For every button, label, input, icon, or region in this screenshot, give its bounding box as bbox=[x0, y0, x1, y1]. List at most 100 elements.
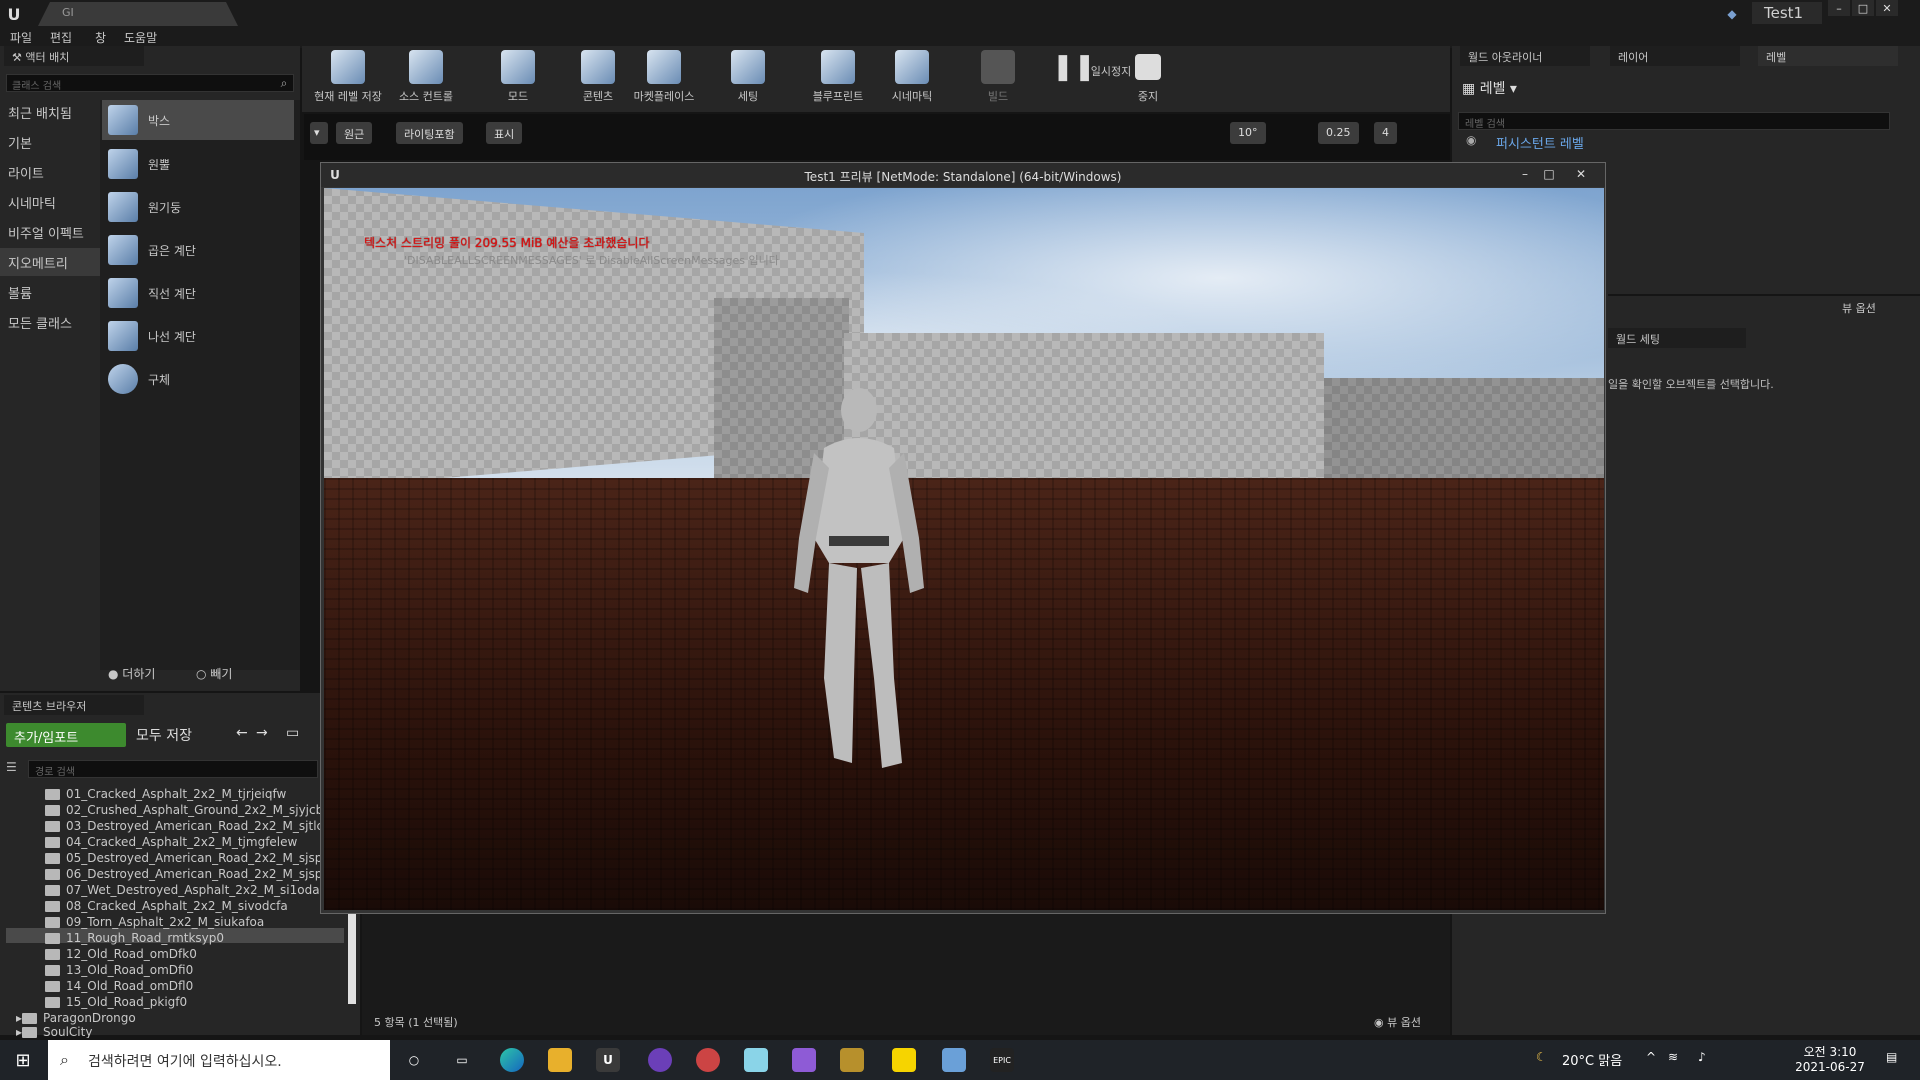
brush-add-radio[interactable]: ● 더하기 bbox=[108, 665, 155, 682]
folder-icon[interactable]: ▭ bbox=[286, 725, 299, 741]
marketplace-button[interactable]: 마켓플레이스 bbox=[624, 50, 704, 108]
world-outliner-tab[interactable]: 월드 아웃라이너 bbox=[1460, 46, 1590, 66]
brush-subtract-radio[interactable]: ○ 빼기 bbox=[196, 665, 232, 682]
geometry-item-cone[interactable]: 원뿔 bbox=[102, 144, 294, 184]
notification-icon[interactable]: ▤ bbox=[1886, 1050, 1897, 1064]
levels-tab[interactable]: 레벨 bbox=[1758, 46, 1898, 66]
category-geometry[interactable]: 지오메트리 bbox=[0, 248, 100, 276]
app-icon[interactable] bbox=[696, 1048, 720, 1072]
menu-edit[interactable]: 편집 bbox=[50, 29, 72, 46]
game-viewport[interactable]: 텍스처 스트리밍 풀이 209.55 MiB 예산을 초과했습니다 'DISAB… bbox=[324, 188, 1604, 910]
maximize-icon[interactable]: □ bbox=[1538, 166, 1560, 182]
viewport-options-button[interactable]: ▾ bbox=[310, 122, 328, 144]
sources-toggle-icon[interactable]: ☰ bbox=[6, 760, 17, 774]
world-settings-tab[interactable]: 월드 세팅 bbox=[1608, 328, 1746, 348]
add-import-button[interactable]: 추가/임포트 bbox=[6, 723, 126, 747]
build-button[interactable]: 빌드 bbox=[958, 50, 1038, 108]
folder-item-selected[interactable]: 11_Rough_Road_rmtksyp0 bbox=[45, 930, 224, 946]
folder-item[interactable]: 07_Wet_Destroyed_Asphalt_2x2_M_si1odala bbox=[45, 882, 330, 898]
minimize-icon[interactable]: – bbox=[1514, 166, 1536, 182]
category-cinematic[interactable]: 시네마틱 bbox=[0, 188, 100, 216]
windows-start-icon[interactable]: ⊞ bbox=[10, 1048, 36, 1072]
unreal-logo-icon[interactable]: U bbox=[2, 2, 26, 26]
kakaotalk-icon[interactable] bbox=[892, 1048, 916, 1072]
folder-item[interactable]: 05_Destroyed_American_Road_2x2_M_sjspc bbox=[45, 850, 329, 866]
menu-help[interactable]: 도움말 bbox=[124, 29, 157, 46]
class-search-input[interactable]: 클래스 검색 bbox=[6, 74, 294, 92]
minimize-icon[interactable]: – bbox=[1828, 0, 1850, 16]
close-icon[interactable]: ✕ bbox=[1570, 166, 1592, 182]
clock-time[interactable]: 오전 3:10 bbox=[1790, 1043, 1870, 1060]
maximize-icon[interactable]: □ bbox=[1852, 0, 1874, 16]
folder-item[interactable]: ▸ ParagonDrongo bbox=[16, 1010, 136, 1026]
menu-window[interactable]: 창 bbox=[95, 29, 106, 46]
folder-item[interactable]: 06_Destroyed_American_Road_2x2_M_sjspb bbox=[45, 866, 330, 882]
network-icon[interactable]: ≋ bbox=[1668, 1050, 1678, 1064]
close-icon[interactable]: ✕ bbox=[1876, 0, 1898, 16]
save-level-button[interactable]: 현재 레벨 저장 bbox=[308, 50, 388, 108]
weather-text[interactable]: 20°C 맑음 bbox=[1562, 1050, 1622, 1069]
app-icon[interactable] bbox=[840, 1048, 864, 1072]
folder-item[interactable]: 15_Old_Road_pkigf0 bbox=[45, 994, 187, 1010]
stop-button[interactable]: 중지 bbox=[1108, 50, 1188, 108]
cinematics-button[interactable]: 시네마틱 bbox=[872, 50, 952, 108]
speaker-icon[interactable]: ♪ bbox=[1698, 1050, 1706, 1064]
eye-icon[interactable]: ◉ bbox=[1466, 133, 1476, 147]
source-control-icon[interactable]: ◆ bbox=[1722, 4, 1742, 24]
settings-button[interactable]: 세팅 bbox=[708, 50, 788, 108]
modes-button[interactable]: 모드 bbox=[478, 50, 558, 108]
geometry-item-sphere[interactable]: 구체 bbox=[102, 359, 294, 399]
persistent-level-item[interactable]: 퍼시스턴트 레벨 bbox=[1496, 133, 1584, 152]
content-view-options[interactable]: ◉ 뷰 옵션 bbox=[1374, 1014, 1421, 1030]
content-browser-tab[interactable]: 콘텐츠 브라우저 bbox=[4, 695, 144, 715]
levels-dropdown[interactable]: ▦ 레벨 ▾ bbox=[1462, 78, 1517, 98]
lighting-button[interactable]: 라이팅포함 bbox=[396, 122, 463, 144]
visual-studio-icon[interactable] bbox=[792, 1048, 816, 1072]
category-volumes[interactable]: 볼륨 bbox=[0, 278, 100, 306]
level-tab[interactable]: GI bbox=[38, 2, 238, 26]
menu-file[interactable]: 파일 bbox=[10, 29, 32, 46]
scale-snap-value[interactable]: 0.25 bbox=[1318, 122, 1359, 144]
folder-item[interactable]: 12_Old_Road_omDfk0 bbox=[45, 946, 197, 962]
place-actors-tab[interactable]: ⚒ 액터 배치 bbox=[4, 46, 144, 66]
geometry-item-curved-stair[interactable]: 곱은 계단 bbox=[102, 230, 294, 270]
category-recent[interactable]: 최근 배치됨 bbox=[0, 98, 100, 126]
clock-date[interactable]: 2021-06-27 bbox=[1790, 1060, 1870, 1074]
github-desktop-icon[interactable] bbox=[648, 1048, 672, 1072]
unreal-engine-icon[interactable]: U bbox=[596, 1048, 620, 1072]
history-forward-icon[interactable]: → bbox=[256, 725, 268, 741]
folder-item[interactable]: 08_Cracked_Asphalt_2x2_M_sivodcfa bbox=[45, 898, 288, 914]
taskbar-search-input[interactable]: 검색하려면 여기에 입력하십시오. bbox=[48, 1040, 390, 1080]
source-control-button[interactable]: 소스 컨트롤 bbox=[386, 50, 466, 108]
edge-browser-icon[interactable] bbox=[500, 1048, 524, 1072]
show-button[interactable]: 표시 bbox=[486, 122, 523, 144]
path-search-input[interactable]: 경로 검색 bbox=[28, 760, 318, 778]
folder-item[interactable]: ▸ SoulCity bbox=[16, 1026, 92, 1038]
camera-speed-value[interactable]: 4 bbox=[1374, 122, 1397, 144]
layers-tab[interactable]: 레이어 bbox=[1610, 46, 1740, 66]
folder-item[interactable]: 13_Old_Road_omDfi0 bbox=[45, 962, 193, 978]
category-all-classes[interactable]: 모든 클래스 bbox=[0, 308, 100, 336]
rotation-snap-value[interactable]: 10° bbox=[1230, 122, 1266, 144]
history-back-icon[interactable]: ← bbox=[236, 725, 248, 741]
category-visual-effects[interactable]: 비주얼 이펙트 bbox=[0, 218, 100, 246]
folder-item[interactable]: 03_Destroyed_American_Road_2x2_M_sjtlca bbox=[45, 818, 330, 834]
level-search-input[interactable]: 레벨 검색 bbox=[1458, 112, 1890, 130]
file-explorer-icon[interactable] bbox=[548, 1048, 572, 1072]
geometry-item-cylinder[interactable]: 원기둥 bbox=[102, 187, 294, 227]
epic-games-icon[interactable]: EPIC bbox=[990, 1048, 1014, 1072]
cortana-icon[interactable]: ○ bbox=[404, 1050, 424, 1070]
calculator-icon[interactable] bbox=[942, 1048, 966, 1072]
folder-item[interactable]: 14_Old_Road_omDfl0 bbox=[45, 978, 193, 994]
save-all-button[interactable]: 모두 저장 bbox=[136, 725, 192, 745]
category-basic[interactable]: 기본 bbox=[0, 128, 100, 156]
geometry-item-spiral-stair[interactable]: 나선 계단 bbox=[102, 316, 294, 356]
folder-item[interactable]: 09_Torn_Asphalt_2x2_M_siukafoa bbox=[45, 914, 264, 930]
folder-item[interactable]: 01_Cracked_Asphalt_2x2_M_tjrjeiqfw bbox=[45, 786, 286, 802]
outliner-view-options[interactable]: 뷰 옵션 bbox=[1842, 300, 1876, 316]
geometry-item-linear-stair[interactable]: 직선 계단 bbox=[102, 273, 294, 313]
blueprints-button[interactable]: 블루프린트 bbox=[798, 50, 878, 108]
geometry-item-box[interactable]: 박스 bbox=[102, 100, 294, 140]
category-lights[interactable]: 라이트 bbox=[0, 158, 100, 186]
task-view-icon[interactable]: ▭ bbox=[452, 1050, 472, 1070]
